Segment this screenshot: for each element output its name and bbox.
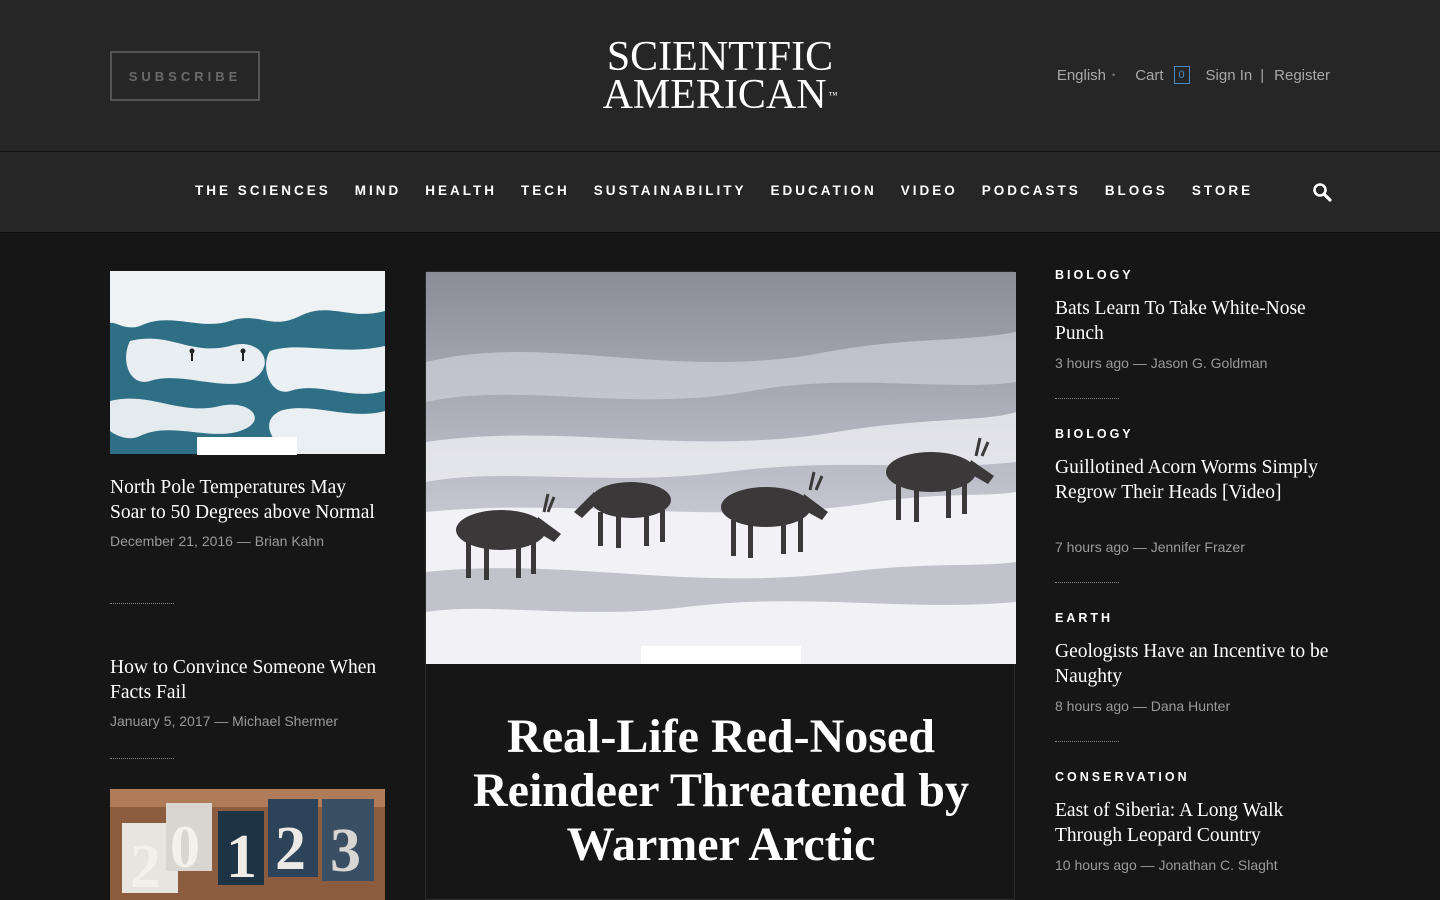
article-meta: December 21, 2016 — Brian Kahn: [110, 533, 325, 549]
nav-item-sustainability[interactable]: SUSTAINABILITY: [594, 183, 747, 198]
nav-item-video[interactable]: VIDEO: [901, 183, 958, 198]
subscribe-button[interactable]: SUBSCRIBE: [110, 51, 260, 101]
article-meta: 8 hours ago — Dana Hunter: [1055, 698, 1231, 714]
nav-item-education[interactable]: EDUCATION: [771, 183, 877, 198]
divider: [1055, 398, 1119, 399]
svg-text:0: 0: [170, 814, 200, 880]
utility-links: English • Cart 0 Sign In | Register: [1057, 66, 1330, 84]
svg-text:2: 2: [275, 815, 306, 883]
language-label: English: [1056, 66, 1107, 84]
article-title[interactable]: Geologists Have an Incentive to be Naugh…: [1055, 639, 1345, 689]
article-title[interactable]: How to Convince Someone When Facts Fail: [110, 655, 385, 705]
category-label[interactable]: CONSERVATION: [1055, 770, 1190, 784]
article-title[interactable]: East of Siberia: A Long Walk Through Leo…: [1055, 798, 1345, 848]
hero-article[interactable]: Real-Life Red-Nosed Reindeer Threatened …: [425, 271, 1016, 900]
arctic-ice-image[interactable]: [110, 271, 385, 454]
hero-title[interactable]: Real-Life Red-Nosed Reindeer Threatened …: [426, 710, 1016, 872]
category-tag: [641, 646, 801, 664]
cart-count-badge: 0: [1173, 66, 1190, 84]
logo-line-1: SCIENTIFIC: [606, 34, 834, 80]
link-separator: |: [1260, 66, 1265, 84]
svg-text:2: 2: [130, 833, 161, 900]
divider: [110, 758, 174, 759]
article-title[interactable]: Guillotined Acorn Worms Simply Regrow Th…: [1055, 455, 1345, 505]
nav-item-the-sciences[interactable]: THE SCIENCES: [195, 183, 331, 198]
main-nav: THE SCIENCES MIND HEALTH TECH SUSTAINABI…: [0, 152, 1440, 233]
article-title[interactable]: North Pole Temperatures May Soar to 50 D…: [110, 475, 385, 525]
search-icon[interactable]: [1312, 182, 1332, 202]
left-article-2[interactable]: How to Convince Someone When Facts Fail …: [110, 655, 385, 729]
divider: [1055, 741, 1119, 742]
article-meta: 7 hours ago — Jennifer Frazer: [1055, 539, 1245, 555]
number-blocks-image[interactable]: 2 0 1 2 3: [110, 789, 385, 900]
article-meta: January 5, 2017 — Michael Shermer: [110, 713, 338, 729]
svg-text:3: 3: [330, 817, 361, 885]
nav-item-blogs[interactable]: BLOGS: [1105, 183, 1168, 198]
divider: [110, 603, 174, 604]
register-link[interactable]: Register: [1274, 67, 1330, 84]
nav-items: THE SCIENCES MIND HEALTH TECH SUSTAINABI…: [195, 183, 1277, 198]
cart-label: Cart: [1135, 66, 1164, 84]
article-title[interactable]: Bats Learn To Take White-Nose Punch: [1055, 296, 1345, 346]
dropdown-dot-icon: •: [1112, 70, 1116, 80]
reindeer-image[interactable]: [426, 272, 1016, 664]
article-meta: 10 hours ago — Jonathan C. Slaght: [1055, 857, 1278, 873]
sign-in-link[interactable]: Sign In: [1206, 67, 1253, 84]
divider: [1055, 582, 1119, 583]
category-label[interactable]: BIOLOGY: [1055, 427, 1134, 441]
nav-item-health[interactable]: HEALTH: [425, 183, 497, 198]
site-logo[interactable]: SCIENTIFIC AMERICAN ™: [540, 34, 900, 118]
nav-item-store[interactable]: STORE: [1192, 183, 1253, 198]
category-label[interactable]: BIOLOGY: [1055, 268, 1134, 282]
left-article-1[interactable]: North Pole Temperatures May Soar to 50 D…: [110, 475, 385, 549]
nav-item-tech[interactable]: TECH: [521, 183, 570, 198]
logo-line-2: AMERICAN ™: [602, 72, 838, 118]
nav-item-mind[interactable]: MIND: [355, 183, 402, 198]
language-selector[interactable]: English •: [1057, 67, 1115, 84]
site-header: SUBSCRIBE SCIENTIFIC AMERICAN ™ English •…: [0, 0, 1440, 152]
article-meta: 3 hours ago — Jason G. Goldman: [1055, 355, 1268, 371]
nav-item-podcasts[interactable]: PODCASTS: [982, 183, 1081, 198]
svg-text:1: 1: [226, 823, 257, 891]
category-tag: [197, 437, 297, 455]
cart-link[interactable]: Cart 0: [1135, 66, 1190, 84]
category-label[interactable]: EARTH: [1055, 611, 1113, 625]
